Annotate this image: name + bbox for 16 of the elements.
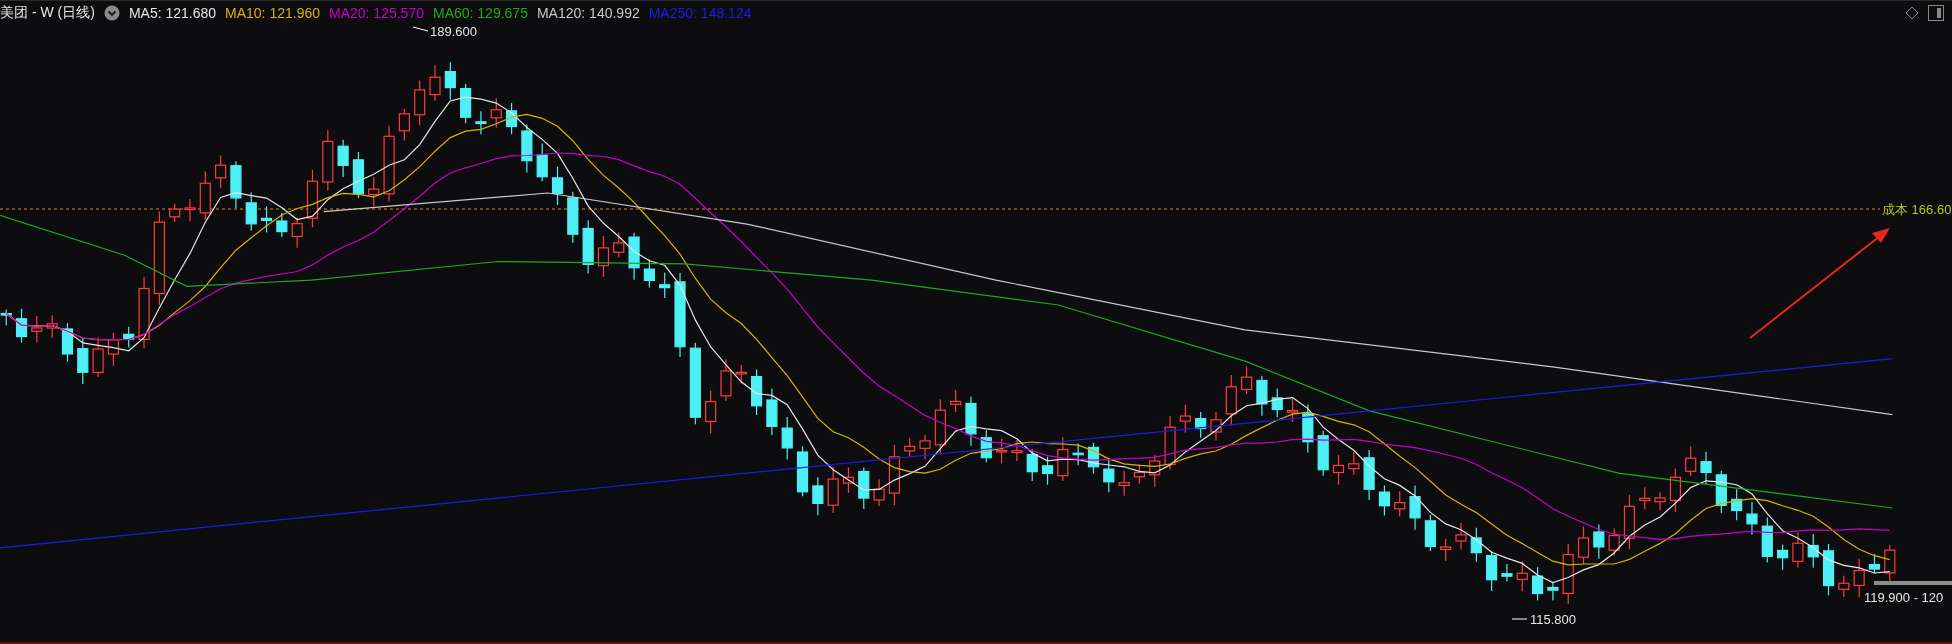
diamond-icon[interactable] [1905, 5, 1919, 20]
moving-average-label: MA120: 140.992 [536, 4, 640, 21]
moving-average-label: MA60: 129.675 [433, 4, 528, 21]
leader-line [1511, 618, 1528, 620]
dropdown-icon[interactable] [103, 4, 120, 21]
moving-average-label: MA250: 148.124 [648, 4, 752, 21]
low-price-label: 115.800 [1530, 612, 1577, 627]
moving-average-label: MA20: 125.570 [329, 4, 424, 21]
stock-title: 美团 - W (日线) [0, 3, 95, 22]
panel-toggle-icon[interactable] [1928, 4, 1944, 21]
cost-label: 成本 166.60 [1882, 202, 1952, 217]
moving-average-label: MA5: 121.680 [128, 4, 217, 21]
current-price-range-label: 119.900 - 120 [1864, 590, 1944, 605]
moving-average-label: MA10: 121.960 [225, 4, 320, 21]
leader-line [412, 26, 429, 32]
high-price-label: 189.600 [430, 24, 477, 39]
